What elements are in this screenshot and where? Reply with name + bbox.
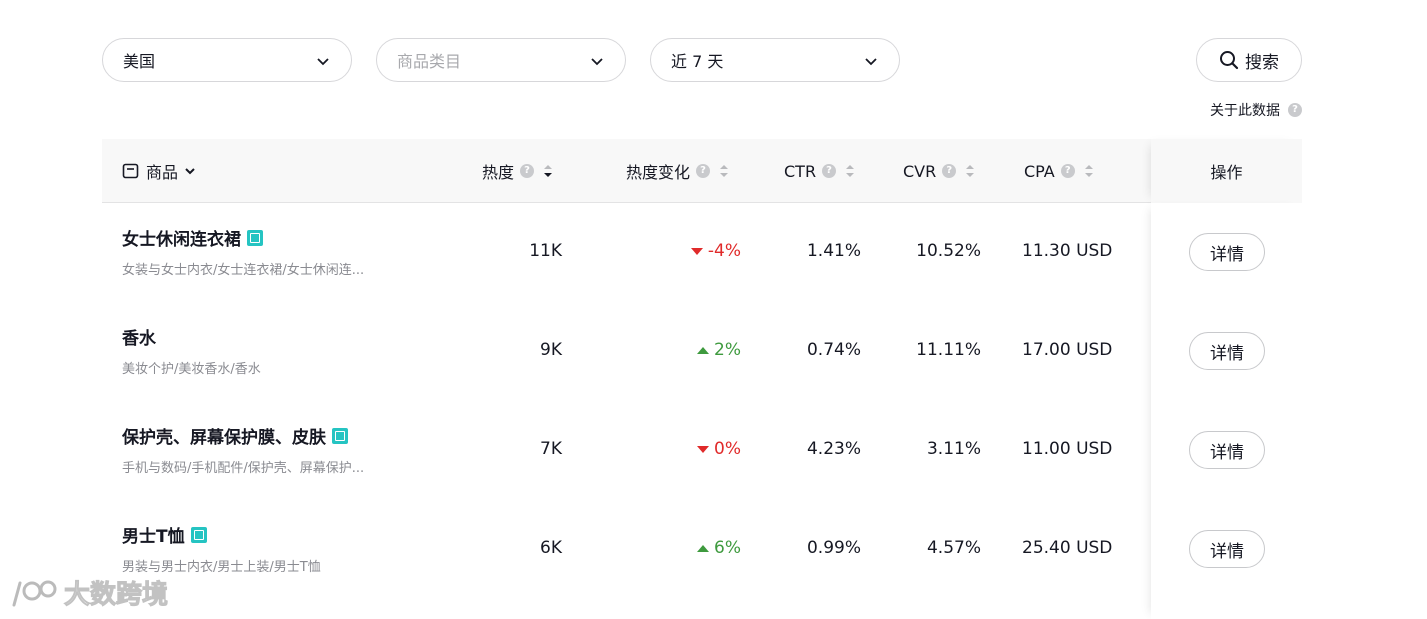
heat-change: 6% xyxy=(697,538,741,558)
period-select[interactable]: 近 7 天 xyxy=(650,38,900,82)
about-data-link[interactable]: 关于此数据 ? xyxy=(1210,100,1302,120)
header-cpa[interactable]: CPA ? xyxy=(1024,139,1093,203)
header-cvr[interactable]: CVR ? xyxy=(903,139,975,203)
trend-down-icon xyxy=(690,247,703,255)
watermark-text: 大数跨境 xyxy=(63,580,169,611)
cpa-value: 17.00 USD xyxy=(1022,340,1113,360)
region-value: 美国 xyxy=(123,52,156,71)
cvr-value: 3.11% xyxy=(926,439,981,459)
detail-button[interactable]: 详情 xyxy=(1189,431,1265,469)
filter-bar: 美国 商品类目 近 7 天 搜索 xyxy=(102,38,1302,82)
period-value: 近 7 天 xyxy=(671,52,724,71)
table-row[interactable]: 女士休闲连衣裙 女装与女士内衣/女士连衣裙/女士休闲连... 11K -4% 1… xyxy=(102,203,1302,302)
chevron-down-icon xyxy=(185,168,195,175)
help-icon[interactable]: ? xyxy=(520,164,535,178)
heat-change-text: 0% xyxy=(714,439,741,459)
image-icon xyxy=(247,229,263,246)
product-category: 男装与男士内衣/男士上装/男士T恤 xyxy=(122,560,321,575)
detail-button[interactable]: 详情 xyxy=(1189,530,1265,568)
header-heat-change-label: 热度变化 xyxy=(626,163,691,182)
table-header: 商品 热度 ? 热度变化 ? CTR ? CVR ? CPA ? 操作 xyxy=(102,139,1302,203)
category-placeholder: 商品类目 xyxy=(397,52,462,71)
cpa-value: 11.30 USD xyxy=(1022,241,1113,261)
product-name-text: 男士T恤 xyxy=(122,527,185,547)
heat-change-text: 2% xyxy=(714,340,741,360)
header-cpa-label: CPA xyxy=(1024,161,1055,181)
table-row[interactable]: 香水 美妆个护/美妆香水/香水 9K 2% 0.74% 11.11% 17.00… xyxy=(102,302,1302,401)
category-select[interactable]: 商品类目 xyxy=(376,38,626,82)
search-icon xyxy=(1220,51,1239,70)
detail-button[interactable]: 详情 xyxy=(1189,233,1265,271)
header-ctr[interactable]: CTR ? xyxy=(784,139,855,203)
product-category: 美妆个护/美妆香水/香水 xyxy=(122,362,261,377)
product-name-text: 香水 xyxy=(122,329,156,349)
table-body: 女士休闲连衣裙 女装与女士内衣/女士连衣裙/女士休闲连... 11K -4% 1… xyxy=(102,203,1302,619)
product-table: 商品 热度 ? 热度变化 ? CTR ? CVR ? CPA ? 操作 女士休闲… xyxy=(102,139,1302,619)
product-name-text: 保护壳、屏幕保护膜、皮肤 xyxy=(122,428,326,448)
product-name[interactable]: 女士休闲连衣裙 xyxy=(122,225,263,250)
chevron-down-icon xyxy=(591,58,603,66)
header-actions: 操作 xyxy=(1151,139,1302,203)
header-heat-label: 热度 xyxy=(482,163,515,182)
cpa-value: 25.40 USD xyxy=(1022,538,1113,558)
heat-value: 7K xyxy=(540,439,562,459)
chevron-down-icon xyxy=(865,58,877,66)
header-ctr-label: CTR xyxy=(784,161,817,181)
watermark: 大数跨境 xyxy=(10,574,169,611)
cvr-value: 4.57% xyxy=(926,538,981,558)
sort-icon[interactable] xyxy=(1084,165,1093,177)
heat-value: 6K xyxy=(540,538,562,558)
sort-icon[interactable] xyxy=(966,165,975,177)
sort-icon[interactable] xyxy=(846,165,855,177)
table-row[interactable]: 男士T恤 男装与男士内衣/男士上装/男士T恤 6K 6% 0.99% 4.57%… xyxy=(102,500,1302,599)
header-cvr-label: CVR xyxy=(903,161,937,181)
help-icon[interactable]: ? xyxy=(822,164,837,178)
sort-icon[interactable] xyxy=(544,165,553,177)
trend-down-icon xyxy=(697,445,710,453)
trend-up-icon xyxy=(697,346,710,354)
product-name[interactable]: 香水 xyxy=(122,324,156,349)
product-category: 手机与数码/手机配件/保护壳、屏幕保护... xyxy=(122,461,365,476)
about-label: 关于此数据 xyxy=(1210,103,1280,119)
sort-icon[interactable] xyxy=(720,165,729,177)
image-icon xyxy=(190,526,207,543)
heat-change-text: 6% xyxy=(714,538,741,558)
header-product-label: 商品 xyxy=(146,163,179,182)
region-select[interactable]: 美国 xyxy=(102,38,352,82)
cvr-value: 11.11% xyxy=(916,340,981,360)
image-icon xyxy=(332,427,348,444)
product-name[interactable]: 男士T恤 xyxy=(122,522,207,547)
search-button[interactable]: 搜索 xyxy=(1196,38,1302,82)
cpa-value: 11.00 USD xyxy=(1022,439,1113,459)
product-name-text: 女士休闲连衣裙 xyxy=(122,230,241,250)
header-actions-label: 操作 xyxy=(1210,163,1243,182)
product-name[interactable]: 保护壳、屏幕保护膜、皮肤 xyxy=(122,423,348,448)
cvr-value: 10.52% xyxy=(916,241,981,261)
heat-value: 11K xyxy=(529,241,562,261)
watermark-logo-icon xyxy=(12,580,57,606)
ctr-value: 0.99% xyxy=(806,538,861,558)
heat-change: -4% xyxy=(690,241,741,261)
ctr-value: 4.23% xyxy=(806,439,861,459)
help-icon[interactable]: ? xyxy=(942,164,957,178)
header-product[interactable]: 商品 xyxy=(122,139,196,203)
table-row[interactable]: 保护壳、屏幕保护膜、皮肤 手机与数码/手机配件/保护壳、屏幕保护... 7K 0… xyxy=(102,401,1302,500)
product-category: 女装与女士内衣/女士连衣裙/女士休闲连... xyxy=(122,263,365,278)
product-box-icon xyxy=(122,163,139,179)
help-icon[interactable]: ? xyxy=(696,164,711,178)
heat-change: 0% xyxy=(697,439,741,459)
header-heat-change[interactable]: 热度变化 ? xyxy=(626,139,729,203)
help-icon[interactable]: ? xyxy=(1288,103,1302,117)
chevron-down-icon xyxy=(317,58,329,66)
detail-button[interactable]: 详情 xyxy=(1189,332,1265,370)
heat-change-text: -4% xyxy=(707,241,741,261)
search-label: 搜索 xyxy=(1245,52,1279,73)
heat-change: 2% xyxy=(697,340,741,360)
trend-up-icon xyxy=(697,544,710,552)
heat-value: 9K xyxy=(540,340,562,360)
ctr-value: 1.41% xyxy=(806,241,861,261)
help-icon[interactable]: ? xyxy=(1060,164,1075,178)
ctr-value: 0.74% xyxy=(806,340,861,360)
header-heat[interactable]: 热度 ? xyxy=(482,139,553,203)
